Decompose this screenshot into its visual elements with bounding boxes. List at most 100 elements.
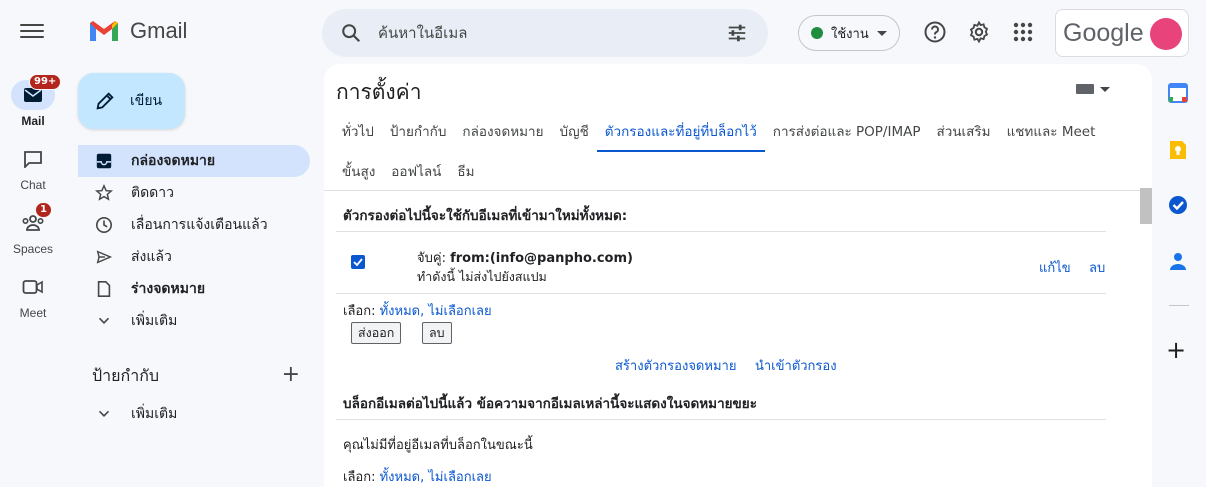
select-all-link[interactable]: ทั้งหมด	[380, 304, 421, 319]
rail-item-mail[interactable]: 99+ Mail	[0, 74, 66, 128]
labels-list: เพิ่มเติม	[78, 398, 310, 430]
select-separator: ,	[420, 470, 425, 485]
search-options-icon[interactable]	[726, 22, 748, 44]
tab-r1-3[interactable]: บัญชี	[552, 112, 597, 152]
gear-icon[interactable]	[967, 20, 991, 44]
help-icon[interactable]	[923, 20, 947, 44]
select-filters: เลือก: ทั้งหมด, ไม่เลือกเลย	[343, 300, 492, 321]
nav-label-snoozed: เลื่อนการแจ้งเตือนแล้ว	[131, 217, 268, 233]
spaces-badge: 1	[35, 202, 52, 218]
filter-checkbox[interactable]	[351, 255, 365, 269]
compose-button[interactable]: เขียน	[78, 73, 185, 129]
check-icon	[353, 258, 363, 267]
select-none-link[interactable]: ไม่เลือกเลย	[428, 470, 491, 485]
app-name: Gmail	[130, 18, 188, 43]
edit-filter-link[interactable]: แก้ไข	[1039, 257, 1071, 278]
divider	[336, 231, 1106, 232]
side-panel-divider	[1169, 305, 1189, 306]
nav-label-sent: ส่งแล้ว	[131, 249, 172, 265]
star-icon	[95, 184, 113, 201]
filter-criteria: จับคู่: from:(info@panpho.com)	[417, 247, 633, 268]
keep-icon[interactable]	[1167, 139, 1189, 161]
send-icon	[96, 250, 113, 264]
contacts-icon[interactable]	[1167, 250, 1189, 272]
blocked-empty-text: คุณไม่มีที่อยู่อีเมลที่บล็อกในขณะนี้	[343, 438, 533, 453]
tab-r2-0[interactable]: ขั้นสูง	[336, 152, 383, 192]
rail-meet-pill[interactable]	[11, 272, 55, 302]
tab-r1-7[interactable]: แชทและ Meet	[999, 112, 1104, 152]
import-filter-link[interactable]: นำเข้าตัวกรอง	[755, 355, 837, 376]
add-label-icon[interactable]: +	[282, 364, 300, 386]
nav-item-inbox[interactable]: กล่องจดหมาย	[78, 145, 310, 177]
nav-item-more[interactable]: เพิ่มเติม	[78, 305, 310, 337]
labels-more-item[interactable]: เพิ่มเติม	[78, 398, 310, 430]
status-button[interactable]: ใช้งาน	[798, 15, 900, 51]
pencil-icon	[96, 92, 114, 110]
rail-item-chat[interactable]: Chat	[0, 144, 66, 192]
nav-item-starred[interactable]: ติดดาว	[78, 177, 310, 209]
inbox-icon	[96, 153, 112, 169]
add-addon-icon[interactable]: +	[1166, 336, 1186, 364]
export-button[interactable]: ส่งออก	[351, 322, 402, 344]
tab-r1-0[interactable]: ทั่วไป	[336, 112, 382, 152]
filter-match-prefix: จับคู่:	[417, 251, 451, 266]
chevron-down-icon	[876, 30, 887, 36]
rail-mail-pill[interactable]: 99+	[11, 74, 62, 110]
tabs-divider	[324, 190, 1152, 191]
scrollbar-thumb[interactable]	[1140, 188, 1152, 224]
tab-row-2: ขั้นสูง ออฟไลน์ ธีม	[336, 152, 1136, 192]
search-input[interactable]	[378, 21, 708, 45]
settings-panel: การตั้งค่า ทั่วไป ป้ายกำกับ กล่องจดหมาย บัญ…	[324, 64, 1152, 487]
chevron-down-icon	[98, 410, 110, 417]
apps-grid-icon[interactable]	[1011, 20, 1035, 44]
nav-item-snoozed[interactable]: เลื่อนการแจ้งเตือนแล้ว	[78, 209, 310, 241]
mail-badge: 99+	[29, 74, 62, 90]
labels-title: ป้ายกำกับ	[92, 366, 160, 385]
page-title: การตั้งค่า	[336, 80, 422, 104]
nav-item-drafts[interactable]: ร่างจดหมาย	[78, 273, 310, 305]
tab-r1-1[interactable]: ป้ายกำกับ	[382, 112, 455, 152]
tab-r1-5[interactable]: การส่งต่อและ POP/IMAP	[765, 112, 929, 152]
select-all-link[interactable]: ทั้งหมด	[380, 470, 421, 485]
delete-filter-link[interactable]: ลบ	[1089, 257, 1105, 278]
status-dot	[811, 27, 823, 39]
rail-item-meet[interactable]: Meet	[0, 272, 66, 320]
create-filter-link[interactable]: สร้างตัวกรองจดหมาย	[615, 355, 736, 376]
tab-r2-2[interactable]: ธีม	[449, 152, 482, 192]
tasks-icon[interactable]	[1167, 194, 1189, 216]
rail-spaces-pill[interactable]: 1	[11, 202, 55, 238]
rail-label-mail: Mail	[21, 114, 45, 128]
side-panel: +	[1152, 64, 1206, 487]
tab-r2-1[interactable]: ออฟไลน์	[383, 152, 449, 192]
divider	[336, 293, 1106, 294]
search-icon[interactable]	[340, 22, 362, 44]
nav-label-starred: ติดดาว	[131, 185, 174, 201]
google-logo: Google	[1063, 19, 1144, 47]
tab-r1-6[interactable]: ส่วนเสริม	[929, 112, 999, 152]
calendar-icon[interactable]	[1167, 82, 1189, 104]
select-none-link[interactable]: ไม่เลือกเลย	[428, 304, 491, 319]
tab-r1-2[interactable]: กล่องจดหมาย	[454, 112, 551, 152]
rail-label-spaces: Spaces	[12, 242, 54, 256]
nav-label-more: เพิ่มเติม	[131, 313, 178, 329]
chevron-down-icon	[1100, 86, 1110, 92]
keyboard-icon	[1076, 84, 1094, 94]
labels-header: ป้ายกำกับ +	[92, 364, 310, 388]
delete-button[interactable]: ลบ	[422, 322, 452, 344]
search-bar[interactable]	[322, 9, 768, 57]
gmail-logo[interactable]: Gmail	[88, 18, 187, 44]
rail-item-spaces[interactable]: 1 Spaces	[0, 202, 66, 256]
rail-label-meet: Meet	[19, 306, 47, 320]
account-button[interactable]: Google	[1055, 9, 1189, 57]
status-label: ใช้งาน	[831, 26, 869, 42]
rail-chat-pill[interactable]	[11, 144, 55, 174]
tab-r1-4[interactable]: ตัวกรองและที่อยู่ที่บล็อกไว้	[596, 112, 765, 152]
avatar[interactable]	[1150, 18, 1182, 50]
filter-action: ทำดังนี้ ไม่ส่งไปยังสแปม	[417, 269, 547, 284]
main-menu-icon[interactable]	[18, 20, 46, 44]
filter-match-value: from:(info@panpho.com)	[450, 251, 633, 266]
clock-icon	[95, 216, 113, 234]
nav-item-sent[interactable]: ส่งแล้ว	[78, 241, 310, 273]
nav-label-drafts: ร่างจดหมาย	[131, 281, 206, 297]
input-tools-button[interactable]	[1076, 82, 1112, 96]
